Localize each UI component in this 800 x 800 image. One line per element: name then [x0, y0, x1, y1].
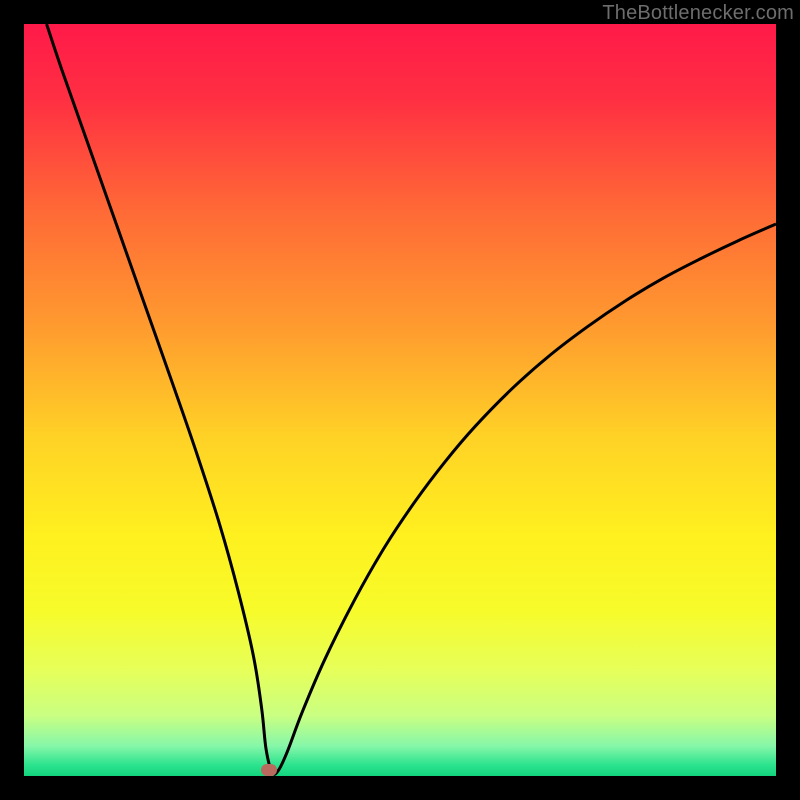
optimal-point-marker — [261, 764, 277, 776]
plot-area — [24, 24, 776, 776]
chart-svg — [24, 24, 776, 776]
chart-frame: TheBottlenecker.com — [0, 0, 800, 800]
gradient-background — [24, 24, 776, 776]
watermark-text: TheBottlenecker.com — [602, 2, 794, 25]
